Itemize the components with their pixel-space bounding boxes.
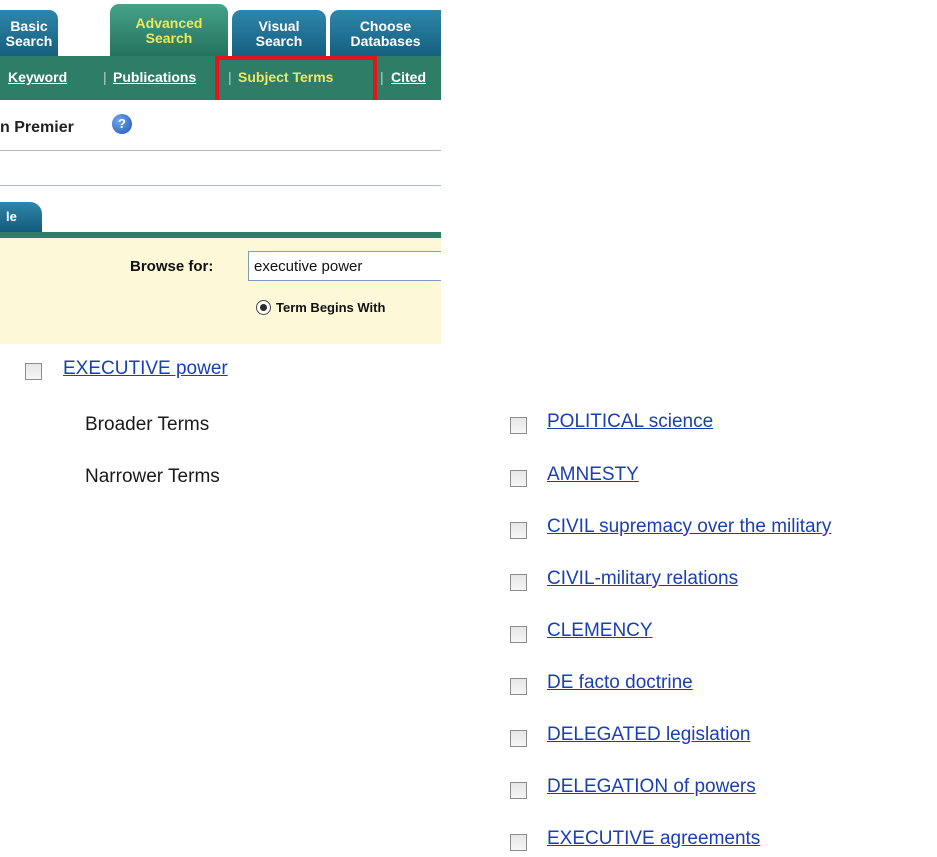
tab-visual-search-label: Visual Search [255,18,303,49]
tab-choose-databases[interactable]: Choose Databases [330,10,441,56]
subject-terms-highlight-box [215,56,377,106]
term-checkbox[interactable] [510,522,527,539]
divider [0,150,441,151]
main-term-link[interactable]: EXECUTIVE power [63,358,228,380]
ebsco-interface-crop: Basic Search Advanced Search Visual Sear… [0,0,441,344]
subnav-separator: | [380,69,384,85]
term-link[interactable]: CIVIL-military relations [547,568,738,590]
term-begins-with-label: Term Begins With [276,300,386,315]
term-link[interactable]: AMNESTY [547,464,639,486]
help-icon[interactable]: ? [112,114,132,134]
term-checkbox[interactable] [510,626,527,643]
browse-panel: Browse for: Term Begins With [0,238,441,344]
tab-basic-search-label: Basic Search [5,18,53,49]
tab-basic-search[interactable]: Basic Search [0,10,58,56]
tab-choose-databases-label: Choose Databases [350,18,421,49]
term-checkbox[interactable] [510,782,527,799]
term-link[interactable]: EXECUTIVE agreements [547,828,760,850]
browse-input[interactable] [248,251,441,281]
term-begins-with-radio[interactable] [256,300,271,315]
subject-terms-subtab[interactable]: le [0,202,42,232]
divider [0,185,441,186]
term-checkbox[interactable] [510,730,527,747]
database-name: n Premier [0,119,74,136]
tab-visual-search[interactable]: Visual Search [232,10,326,56]
database-row: n Premier ? [0,100,441,150]
term-link[interactable]: DE facto doctrine [547,672,693,694]
subnav-separator: | [103,69,107,85]
broader-terms-label: Broader Terms [85,414,210,435]
term-checkbox[interactable] [510,834,527,851]
subnav-publications[interactable]: Publications [113,69,196,85]
tab-advanced-search[interactable]: Advanced Search [110,4,228,56]
subnav-keyword[interactable]: Keyword [8,69,67,85]
main-term-checkbox[interactable] [25,363,42,380]
term-link[interactable]: CLEMENCY [547,620,653,642]
term-link[interactable]: CIVIL supremacy over the military [547,516,831,538]
subnav-cited[interactable]: Cited [391,69,426,85]
term-checkbox[interactable] [510,574,527,591]
term-link[interactable]: DELEGATION of powers [547,776,756,798]
term-checkbox[interactable] [510,417,527,434]
search-tabs: Basic Search Advanced Search Visual Sear… [0,0,441,56]
term-link[interactable]: POLITICAL science [547,411,713,433]
term-checkbox[interactable] [510,678,527,695]
browse-for-label: Browse for: [130,258,214,275]
tab-advanced-search-label: Advanced Search [135,15,203,46]
term-checkbox[interactable] [510,470,527,487]
term-link[interactable]: DELEGATED legislation [547,724,750,746]
narrower-terms-label: Narrower Terms [85,466,220,487]
